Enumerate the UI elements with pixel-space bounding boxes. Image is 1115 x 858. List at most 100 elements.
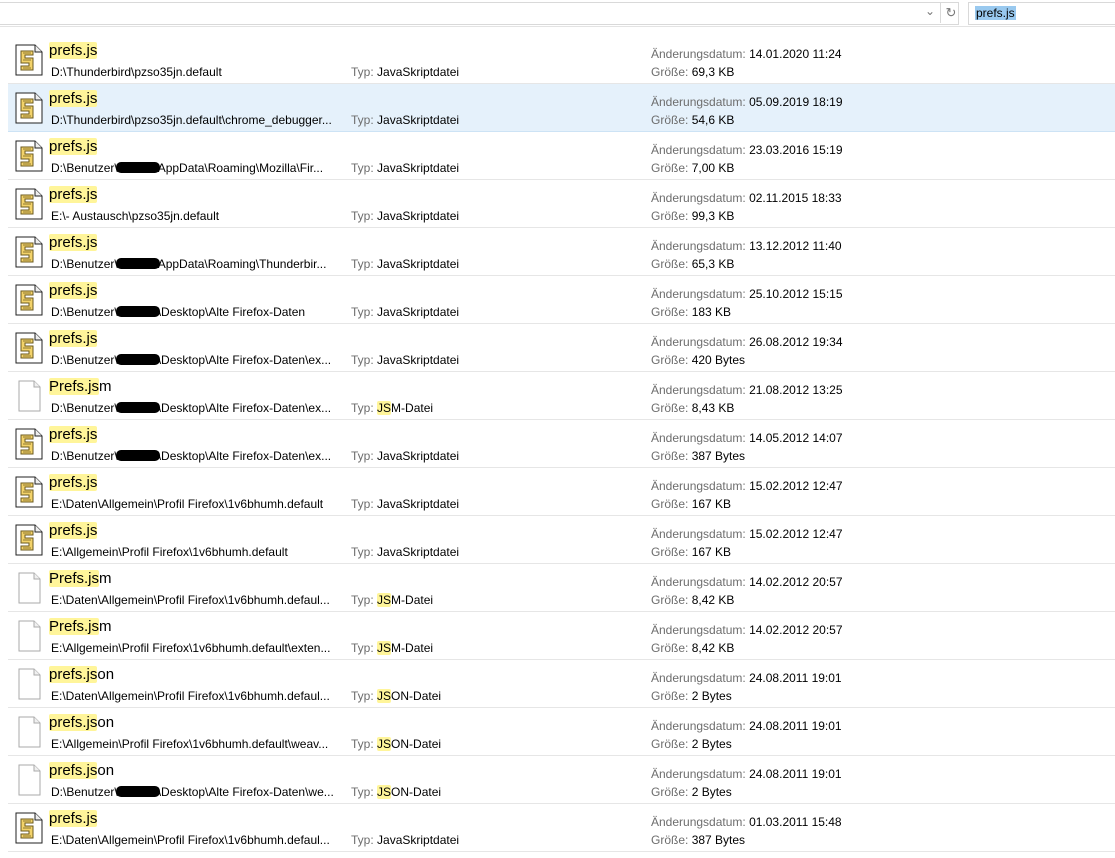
date: 23.03.2016 15:19: [749, 143, 843, 157]
file-name[interactable]: prefs.js: [49, 474, 98, 491]
file-row[interactable]: prefs.js D:\Benutzer\ AppData\Roaming\Moz…: [8, 132, 1115, 180]
name-hl: Prefs.js: [49, 570, 100, 587]
L-type: Typ:: [351, 401, 374, 415]
file-type: Typ: JavaSkriptdatei: [351, 305, 459, 319]
file-name[interactable]: prefs.js: [49, 138, 98, 155]
path-pre: D:\Benutzer\: [51, 785, 118, 799]
file-row[interactable]: Prefs.jsm E:\Daten\Allgemein\Profil Fire…: [8, 564, 1115, 612]
file-path: D:\Benutzer\ AppData\Roaming\Thunderbir..…: [51, 257, 326, 271]
L-type: Typ:: [351, 65, 374, 79]
type-hl: JS: [377, 641, 392, 655]
file-row[interactable]: prefs.json D:\Benutzer\ \Desktop\Alte Fir…: [8, 756, 1115, 804]
path-pre: D:\Benutzer\: [51, 257, 118, 271]
file-name[interactable]: prefs.json: [49, 714, 114, 731]
file-type: Typ: JavaSkriptdatei: [351, 449, 459, 463]
file-type: Typ: JavaSkriptdatei: [351, 113, 459, 127]
file-type: Typ: JSM-Datei: [351, 401, 433, 415]
type-rest: JavaSkriptdatei: [377, 161, 460, 175]
javascript-file-icon: [15, 236, 43, 268]
file-name[interactable]: prefs.js: [49, 234, 98, 251]
file-row[interactable]: prefs.js D:\Benutzer\ \Desktop\Alte Firef…: [8, 420, 1115, 468]
L-date: Änderungsdatum:: [651, 815, 746, 829]
file-name[interactable]: prefs.js: [49, 42, 98, 59]
L-size: Größe:: [651, 689, 689, 703]
address-bar[interactable]: [0, 2, 959, 25]
type-rest: JavaSkriptdatei: [377, 833, 460, 847]
name-hl: prefs.js: [49, 666, 98, 683]
L-date: Änderungsdatum:: [651, 479, 746, 493]
L-size: Größe:: [651, 497, 689, 511]
file-size: Größe: 387 Bytes: [651, 833, 745, 847]
size: 2 Bytes: [691, 785, 732, 799]
file-name[interactable]: prefs.js: [49, 186, 98, 203]
modified-date: Änderungsdatum: 14.02.2012 20:57: [651, 575, 843, 589]
L-type: Typ:: [351, 545, 374, 559]
file-row[interactable]: prefs.js E:\Daten\Allgemein\Profil Firef…: [8, 804, 1115, 852]
search-query[interactable]: prefs.js: [975, 6, 1016, 20]
type-hl: JS: [377, 401, 392, 415]
date: 14.01.2020 11:24: [749, 47, 842, 61]
modified-date: Änderungsdatum: 15.02.2012 12:47: [651, 479, 843, 493]
file-name[interactable]: prefs.js: [49, 90, 98, 107]
file-name[interactable]: prefs.js: [49, 810, 98, 827]
path-post: \Desktop\Alte Firefox-Daten\ex...: [157, 353, 332, 367]
L-size: Größe:: [651, 113, 689, 127]
refresh-icon[interactable]: ↻: [940, 2, 961, 23]
file-type: Typ: JSON-Datei: [351, 689, 441, 703]
file-row[interactable]: prefs.js D:\Benutzer\ \Desktop\Alte Firef…: [8, 276, 1115, 324]
file-name[interactable]: Prefs.jsm: [49, 618, 112, 635]
file-row[interactable]: Prefs.jsm D:\Benutzer\ \Desktop\Alte Fire…: [8, 372, 1115, 420]
file-name[interactable]: prefs.js: [49, 282, 98, 299]
file-name[interactable]: Prefs.jsm: [49, 570, 112, 587]
file-size: Größe: 54,6 KB: [651, 113, 734, 127]
name-rest: m: [99, 570, 112, 587]
file-row[interactable]: prefs.json E:\Daten\Allgemein\Profil Fir…: [8, 660, 1115, 708]
file-row[interactable]: prefs.js D:\Thunderbird\pzso35jn.default…: [8, 84, 1115, 132]
generic-file-icon: [18, 572, 41, 604]
file-row[interactable]: prefs.json E:\Allgemein\Profil Firefox\1…: [8, 708, 1115, 756]
file-row[interactable]: prefs.js E:\Daten\Allgemein\Profil Firef…: [8, 468, 1115, 516]
path-pre: E:\Allgemein\Profil Firefox\1v6bhumh.def…: [51, 641, 331, 655]
type-rest: M-Datei: [391, 593, 434, 607]
javascript-file-icon: [15, 284, 43, 316]
name-hl: prefs.js: [49, 42, 98, 59]
L-size: Größe:: [651, 785, 689, 799]
file-name[interactable]: Prefs.jsm: [49, 378, 112, 395]
search-input[interactable]: prefs.js: [968, 2, 1115, 25]
type-rest: JavaSkriptdatei: [377, 353, 460, 367]
path-post: \Desktop\Alte Firefox-Daten\ex...: [157, 449, 332, 463]
file-name[interactable]: prefs.js: [49, 522, 98, 539]
file-row[interactable]: prefs.js E:\- Austausch\pzso35jn.default…: [8, 180, 1115, 228]
name-hl: prefs.js: [49, 138, 98, 155]
modified-date: Änderungsdatum: 25.10.2012 15:15: [651, 287, 843, 301]
file-path: E:\Daten\Allgemein\Profil Firefox\1v6bhu…: [51, 833, 330, 847]
file-row[interactable]: prefs.js E:\Allgemein\Profil Firefox\1v6…: [8, 516, 1115, 564]
L-date: Änderungsdatum:: [651, 47, 746, 61]
name-hl: Prefs.js: [49, 378, 100, 395]
javascript-file-icon: [15, 332, 43, 364]
type-rest: JavaSkriptdatei: [377, 497, 460, 511]
size: 420 Bytes: [691, 353, 746, 367]
file-row[interactable]: prefs.js D:\Benutzer\ AppData\Roaming\Thu…: [8, 228, 1115, 276]
file-name[interactable]: prefs.js: [49, 330, 98, 347]
type-rest: JavaSkriptdatei: [377, 257, 460, 271]
file-row[interactable]: Prefs.jsm E:\Allgemein\Profil Firefox\1v…: [8, 612, 1115, 660]
file-row[interactable]: prefs.js D:\Thunderbird\pzso35jn.default…: [8, 36, 1115, 84]
date: 01.03.2011 15:48: [749, 815, 842, 829]
file-row[interactable]: prefs.js D:\Benutzer\ \Desktop\Alte Firef…: [8, 324, 1115, 372]
file-path: D:\Thunderbird\pzso35jn.default: [51, 65, 222, 79]
type-rest: M-Datei: [391, 401, 434, 415]
redaction: [115, 786, 160, 797]
file-size: Größe: 167 KB: [651, 545, 731, 559]
file-name[interactable]: prefs.json: [49, 762, 114, 779]
file-name[interactable]: prefs.json: [49, 666, 114, 683]
chevron-down-icon[interactable]: ⌄: [925, 4, 935, 18]
name-hl: prefs.js: [49, 810, 98, 827]
L-size: Größe:: [651, 545, 689, 559]
path-pre: D:\Benutzer\: [51, 449, 118, 463]
name-hl: prefs.js: [49, 186, 98, 203]
name-hl: prefs.js: [49, 714, 98, 731]
redaction: [115, 162, 160, 173]
file-name[interactable]: prefs.js: [49, 426, 98, 443]
L-date: Änderungsdatum:: [651, 143, 746, 157]
